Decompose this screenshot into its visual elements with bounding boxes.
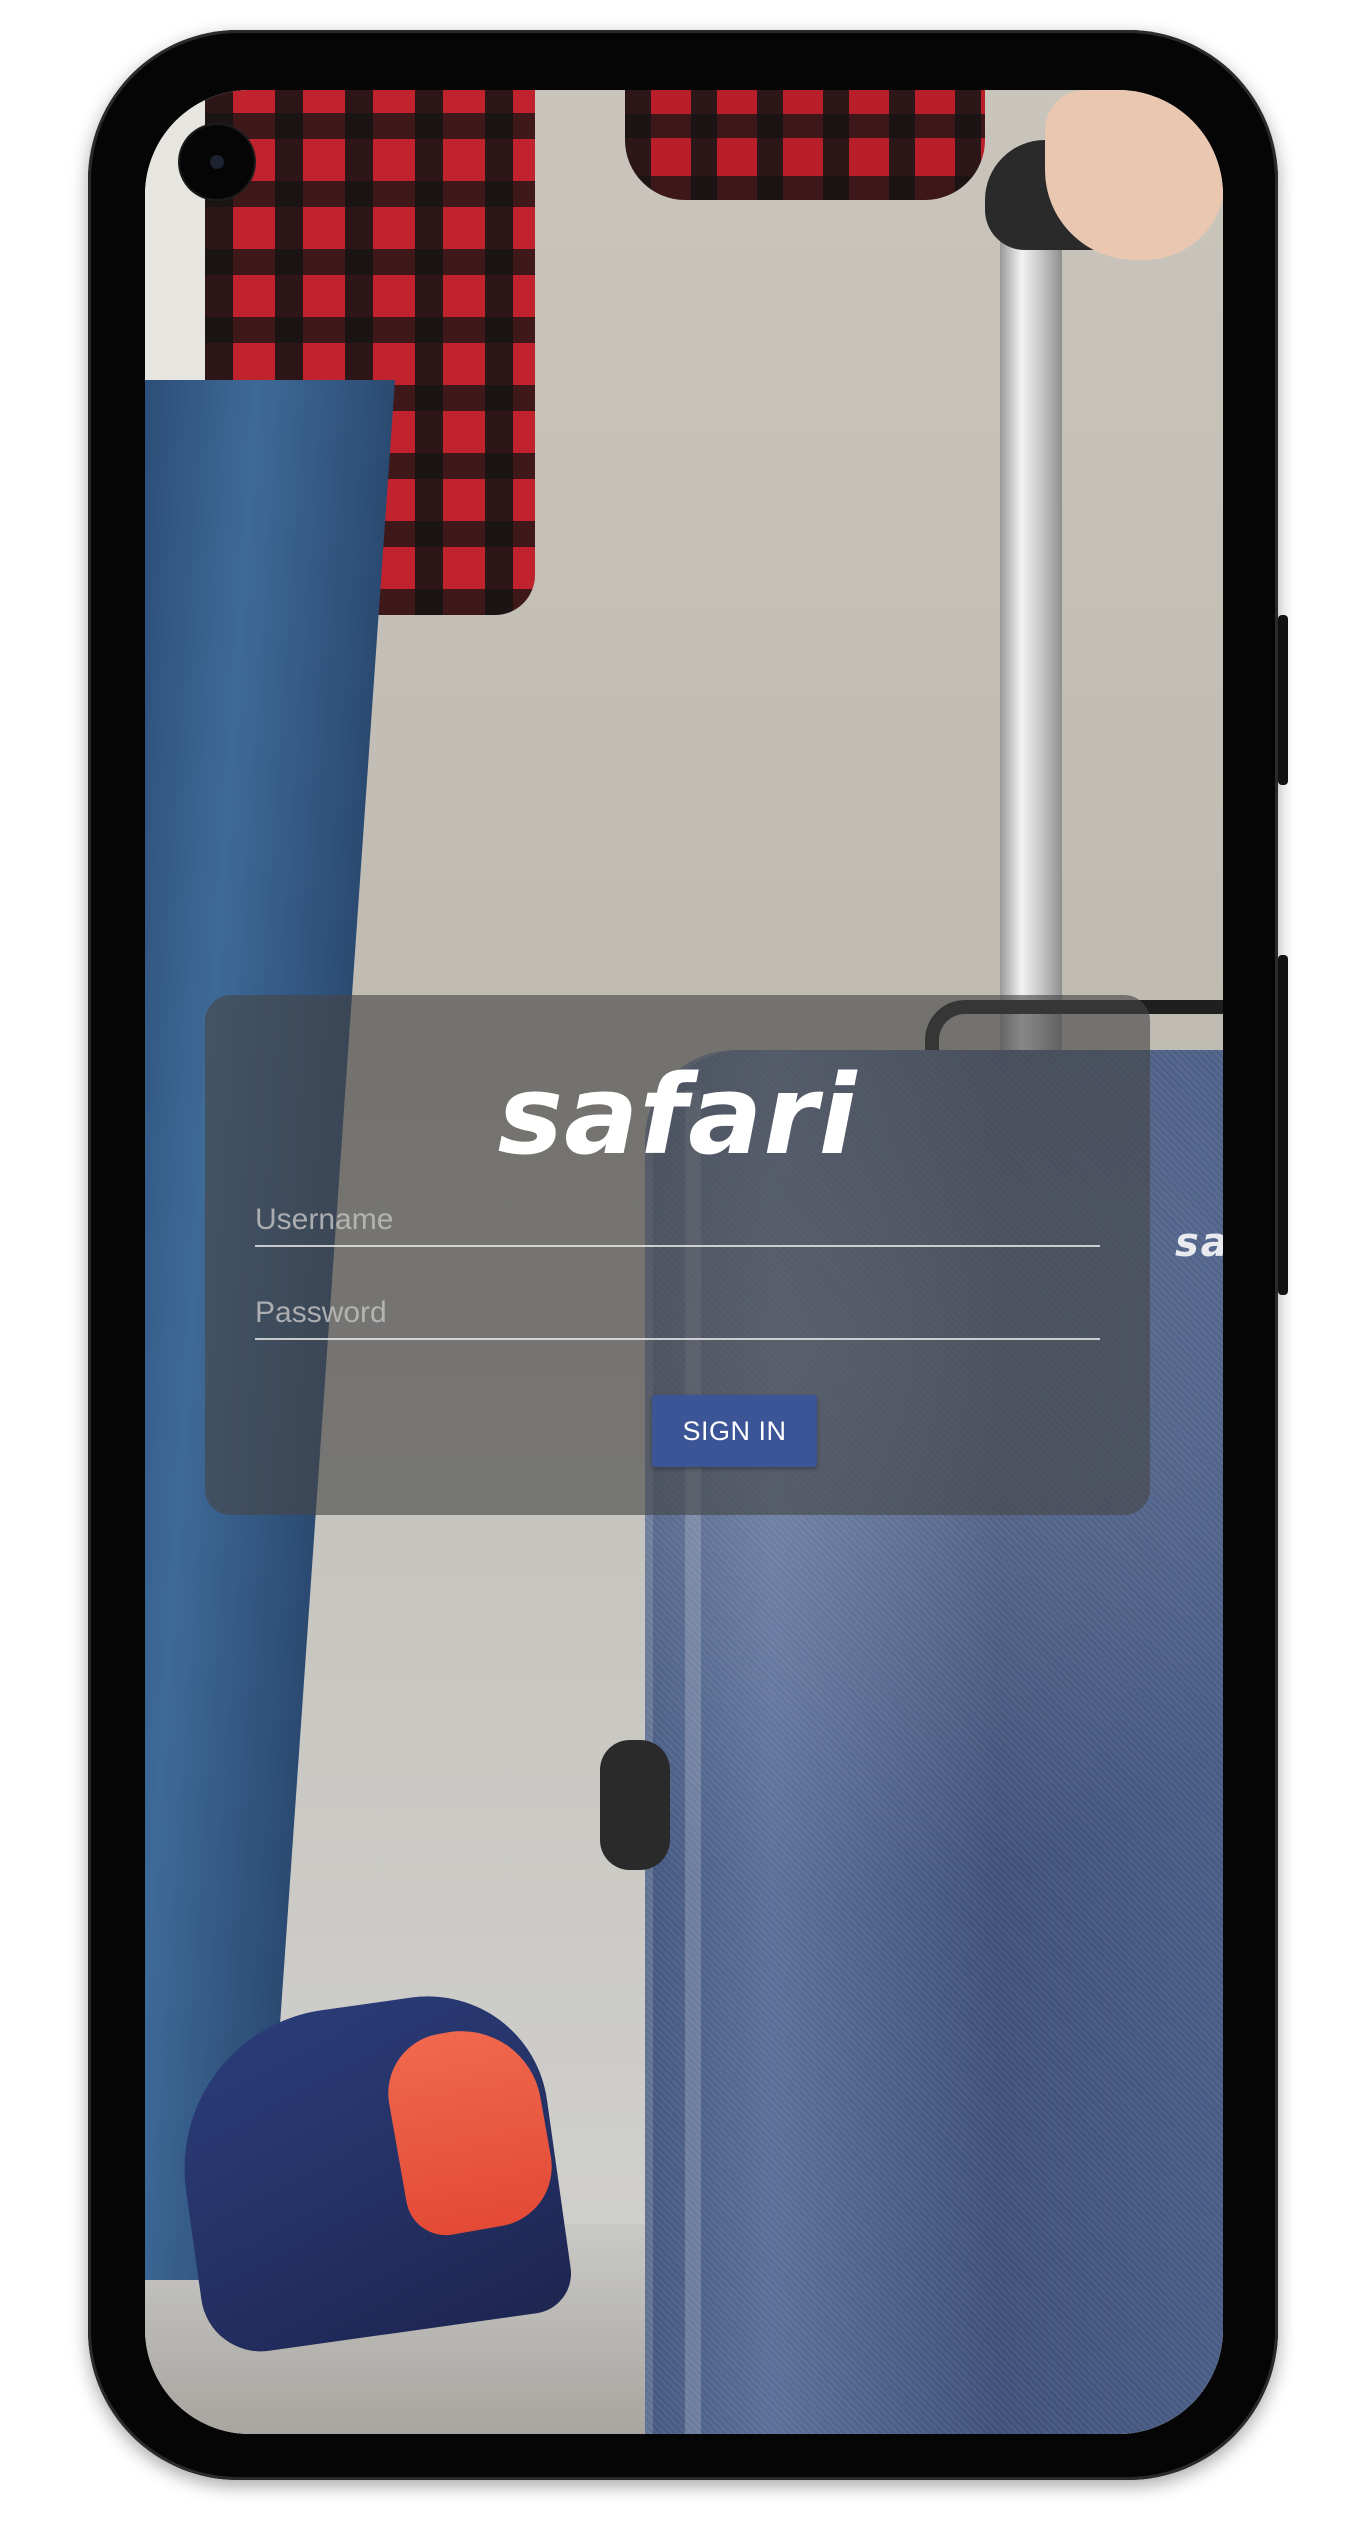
front-camera: [180, 125, 254, 199]
person-plaid-sleeve: [625, 90, 985, 200]
suitcase-latch: [600, 1740, 670, 1870]
password-field: [255, 1278, 1100, 1340]
suitcase-logo: sa: [1175, 1220, 1223, 1266]
app-screen: sa safari SIGN IN: [145, 90, 1223, 2434]
password-input[interactable]: [255, 1278, 1100, 1338]
power-button: [1278, 615, 1288, 785]
volume-button: [1278, 955, 1288, 1295]
brand-logo: safari: [497, 1051, 858, 1179]
login-card: safari SIGN IN: [205, 995, 1150, 1515]
username-input[interactable]: [255, 1185, 1100, 1245]
username-field: [255, 1185, 1100, 1247]
person-hand: [1045, 90, 1223, 260]
sign-in-button[interactable]: SIGN IN: [652, 1395, 817, 1467]
